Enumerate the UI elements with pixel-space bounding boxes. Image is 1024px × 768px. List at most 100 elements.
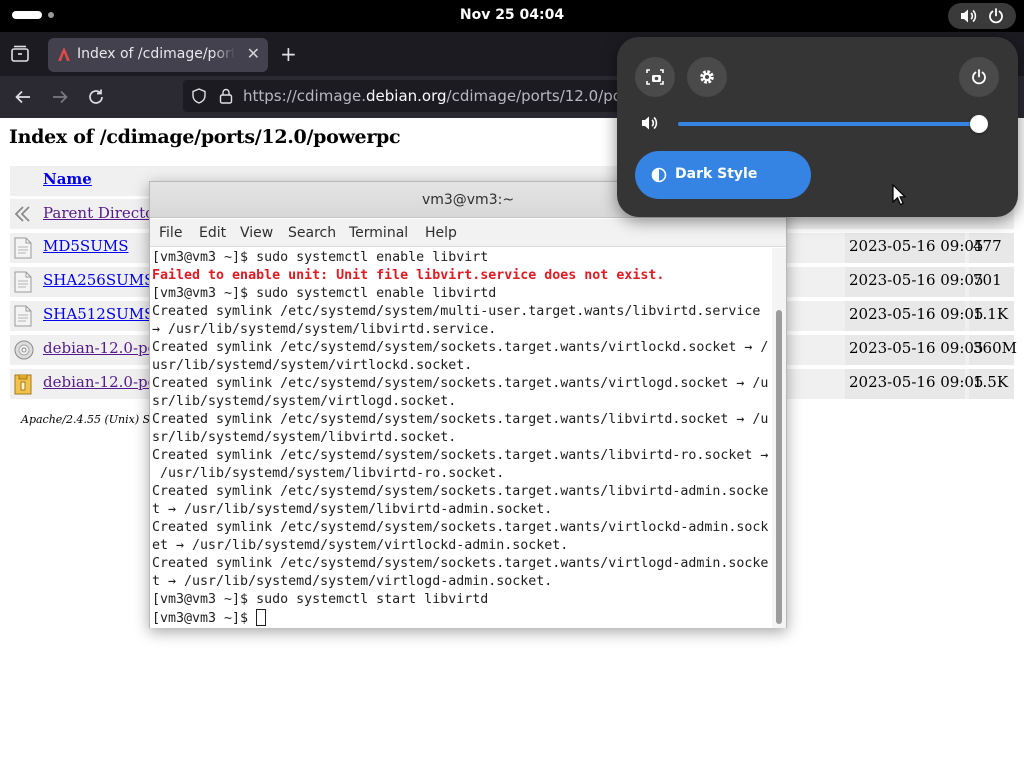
terminal-line-text: Created symlink /etc/systemd/system/sock… [152, 412, 769, 427]
file-link[interactable]: debian-12.0-po [43, 373, 157, 391]
terminal-line-text: Created symlink /etc/systemd/system/sock… [152, 556, 769, 571]
terminal-window[interactable]: vm3@vm3:~ File Edit View Search Terminal… [149, 181, 787, 628]
terminal-line: sr/lib/systemd/system/virtlogd.socket. [152, 393, 772, 411]
archive-file-icon [13, 373, 33, 399]
terminal-line: [vm3@vm3 ~]$ sudo systemctl start libvir… [152, 591, 772, 609]
column-header-name[interactable]: Name [43, 170, 92, 188]
file-size: 1.1K [973, 305, 1009, 323]
tab-list-icon[interactable] [10, 44, 30, 64]
volume-icon [961, 9, 977, 23]
volume-slider-knob[interactable] [969, 115, 988, 133]
terminal-line: usr/lib/systemd/system/virtlockd.socket. [152, 357, 772, 375]
file-size: 1.5K [973, 373, 1009, 391]
terminal-line-text: t → /usr/lib/systemd/system/libvirtd-adm… [152, 502, 553, 517]
debian-favicon-icon [58, 47, 70, 61]
dark-style-toggle[interactable]: Dark Style [635, 151, 811, 199]
terminal-cursor [256, 609, 267, 626]
menu-terminal[interactable]: Terminal [349, 225, 408, 241]
menu-view[interactable]: View [240, 225, 273, 241]
lock-icon[interactable] [219, 88, 233, 104]
file-link[interactable]: debian-12.0-po [43, 339, 157, 357]
terminal-scrollbar-thumb[interactable] [776, 310, 782, 624]
server-signature: Apache/2.4.55 (Unix) Se [21, 413, 157, 426]
text-file-icon [13, 305, 33, 331]
text-file-icon [13, 271, 33, 297]
url-text: https://cdimage.debian.org/cdimage/ports… [243, 87, 673, 105]
dark-style-label: Dark Style [675, 166, 758, 182]
clock[interactable]: Nov 25 04:04 [0, 7, 1024, 23]
terminal-line: Created symlink /etc/systemd/system/sock… [152, 411, 772, 429]
terminal-line: t → /usr/lib/systemd/system/libvirtd-adm… [152, 501, 772, 519]
quick-settings-panel: Dark Style [617, 37, 1018, 217]
volume-slider-fill [678, 122, 979, 126]
volume-slider[interactable] [678, 115, 988, 133]
page-title: Index of /cdimage/ports/12.0/powerpc [9, 126, 401, 148]
terminal-line: /usr/lib/systemd/system/libvirtd-ro.sock… [152, 465, 772, 483]
tracking-protection-icon[interactable] [191, 88, 207, 104]
terminal-line-text: et → /usr/lib/systemd/system/virtlockd-a… [152, 538, 569, 553]
file-date: 2023-05-16 09:05 [849, 305, 984, 323]
terminal-line-text: → /usr/lib/systemd/system/libvirtd.servi… [152, 322, 497, 337]
tab-debian-index[interactable]: Index of /cdimage/ports/12.0/powerpc/ ✕ [48, 38, 268, 72]
disc-image-icon [13, 339, 35, 365]
tab-close-icon[interactable]: ✕ [247, 44, 260, 63]
system-status-menu[interactable] [948, 3, 1016, 29]
url-bar[interactable]: https://cdimage.debian.org/cdimage/ports… [183, 80, 672, 112]
terminal-line-text: Created symlink /etc/systemd/system/sock… [152, 484, 769, 499]
file-date: 2023-05-16 09:05 [849, 237, 984, 255]
file-date: 2023-05-16 09:05 [849, 339, 984, 357]
top-bar: Nov 25 04:04 [0, 0, 1024, 32]
power-menu-button[interactable] [959, 57, 999, 97]
terminal-line-text: usr/lib/systemd/system/virtlockd.socket. [152, 358, 473, 373]
terminal-line: Created symlink /etc/systemd/system/sock… [152, 339, 772, 357]
terminal-line: sr/lib/systemd/system/libvirtd.socket. [152, 429, 772, 447]
dark-style-icon [651, 167, 667, 183]
terminal-line-text: sr/lib/systemd/system/virtlogd.socket. [152, 394, 457, 409]
screenshot-icon [646, 69, 664, 85]
back-icon[interactable] [14, 88, 32, 106]
terminal-line: Created symlink /etc/systemd/system/sock… [152, 375, 772, 393]
power-icon [989, 8, 1003, 24]
menu-file[interactable]: File [159, 225, 182, 241]
menu-help[interactable]: Help [425, 225, 457, 241]
power-icon [972, 69, 986, 85]
terminal-error-line: Failed to enable unit: Unit file libvirt… [152, 267, 772, 285]
terminal-line: Created symlink /etc/systemd/system/mult… [152, 303, 772, 321]
terminal-line-text: t → /usr/lib/systemd/system/virtlogd-adm… [152, 574, 553, 589]
terminal-line: Created symlink /etc/systemd/system/sock… [152, 483, 772, 501]
file-date: 2023-05-16 09:05 [849, 373, 984, 391]
terminal-line: [vm3@vm3 ~]$ sudo systemctl enable libvi… [152, 285, 772, 303]
gear-icon [700, 70, 714, 84]
file-date: 2023-05-16 09:05 [849, 271, 984, 289]
settings-button[interactable] [687, 57, 727, 97]
menu-search[interactable]: Search [288, 225, 336, 241]
terminal-line-text: Created symlink /etc/systemd/system/sock… [152, 448, 769, 463]
reload-icon[interactable] [87, 88, 105, 106]
file-link[interactable]: SHA256SUMS [43, 271, 154, 289]
file-size: 360M [973, 339, 1017, 357]
file-link[interactable]: MD5SUMS [43, 237, 128, 255]
volume-icon[interactable] [641, 115, 659, 131]
terminal-line: Created symlink /etc/systemd/system/sock… [152, 447, 772, 465]
terminal-line-text: Created symlink /etc/systemd/system/sock… [152, 340, 769, 355]
file-size: 701 [973, 271, 1002, 289]
terminal-output[interactable]: [vm3@vm3 ~]$ sudo systemctl enable libvi… [150, 248, 772, 628]
terminal-line: Created symlink /etc/systemd/system/sock… [152, 555, 772, 573]
parent-directory-icon [14, 206, 30, 222]
terminal-scrollbar[interactable] [772, 248, 786, 628]
screenshot-button[interactable] [635, 57, 675, 97]
forward-icon[interactable] [51, 88, 69, 106]
terminal-line-text: [vm3@vm3 ~]$ sudo systemctl enable libvi… [152, 286, 497, 301]
file-link[interactable]: SHA512SUMS [43, 305, 154, 323]
file-size: 477 [973, 237, 1002, 255]
new-tab-button[interactable]: + [280, 42, 297, 66]
terminal-line: [vm3@vm3 ~]$ [152, 609, 772, 628]
terminal-line-text: Created symlink /etc/systemd/system/mult… [152, 304, 761, 319]
terminal-line: Created symlink /etc/systemd/system/sock… [152, 519, 772, 537]
terminal-line-text: sr/lib/systemd/system/libvirtd.socket. [152, 430, 457, 445]
menu-edit[interactable]: Edit [199, 225, 226, 241]
terminal-line: et → /usr/lib/systemd/system/virtlockd-a… [152, 537, 772, 555]
terminal-line: t → /usr/lib/systemd/system/virtlogd-adm… [152, 573, 772, 591]
terminal-line-text: [vm3@vm3 ~]$ sudo systemctl start libvir… [152, 592, 489, 607]
text-file-icon [13, 237, 33, 263]
